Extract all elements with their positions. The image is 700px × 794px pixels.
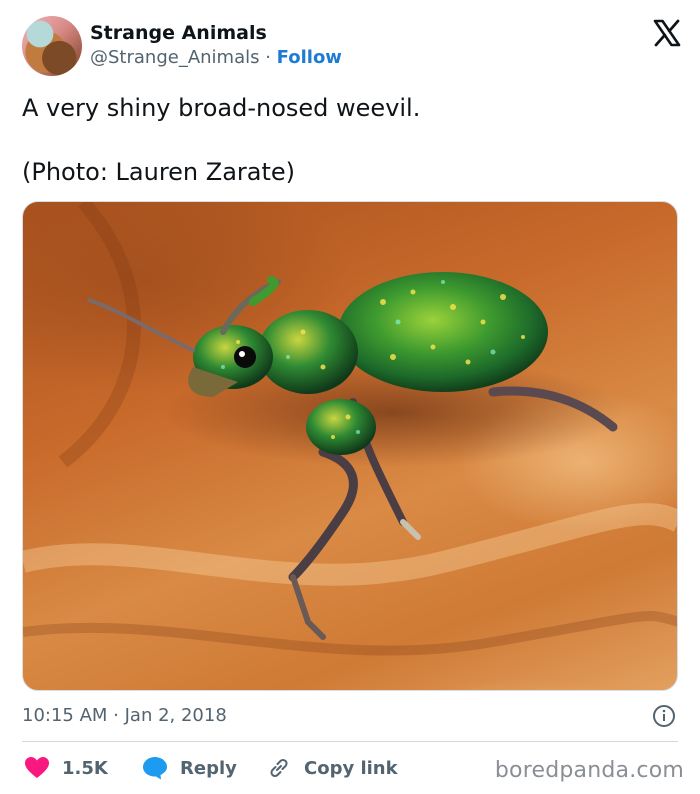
likes-count: 1.5K [62, 757, 108, 779]
handle-line: @Strange_Animals · Follow [90, 46, 342, 70]
link-icon [270, 758, 288, 778]
tweet-header: Strange Animals @Strange_Animals · Follo… [22, 16, 682, 78]
speech-bubble-icon [143, 757, 167, 780]
display-name[interactable]: Strange Animals [90, 22, 342, 44]
follow-button[interactable]: Follow [277, 47, 342, 68]
tweet-photo[interactable] [22, 201, 678, 691]
tweet-text: A very shiny broad-nosed weevil. (Photo:… [22, 94, 421, 186]
like-button[interactable]: 1.5K [24, 752, 108, 784]
info-icon[interactable] [652, 704, 676, 728]
reply-label: Reply [180, 757, 237, 779]
tweet-timestamp[interactable]: 10:15 AM · Jan 2, 2018 [22, 703, 227, 729]
user-block: Strange Animals @Strange_Animals · Follo… [90, 22, 342, 70]
copy-link-label: Copy link [304, 757, 398, 779]
separator: · [259, 47, 277, 68]
handle[interactable]: @Strange_Animals [90, 47, 260, 68]
divider [22, 741, 678, 742]
heart-icon [25, 757, 49, 778]
boredpanda-watermark: boredpanda.com [494, 758, 684, 783]
x-logo-icon[interactable] [652, 18, 682, 48]
avatar[interactable] [22, 16, 82, 76]
copy-link-button[interactable]: Copy link [266, 752, 398, 784]
weevil-illustration [23, 202, 677, 656]
reply-button[interactable]: Reply [142, 752, 237, 784]
